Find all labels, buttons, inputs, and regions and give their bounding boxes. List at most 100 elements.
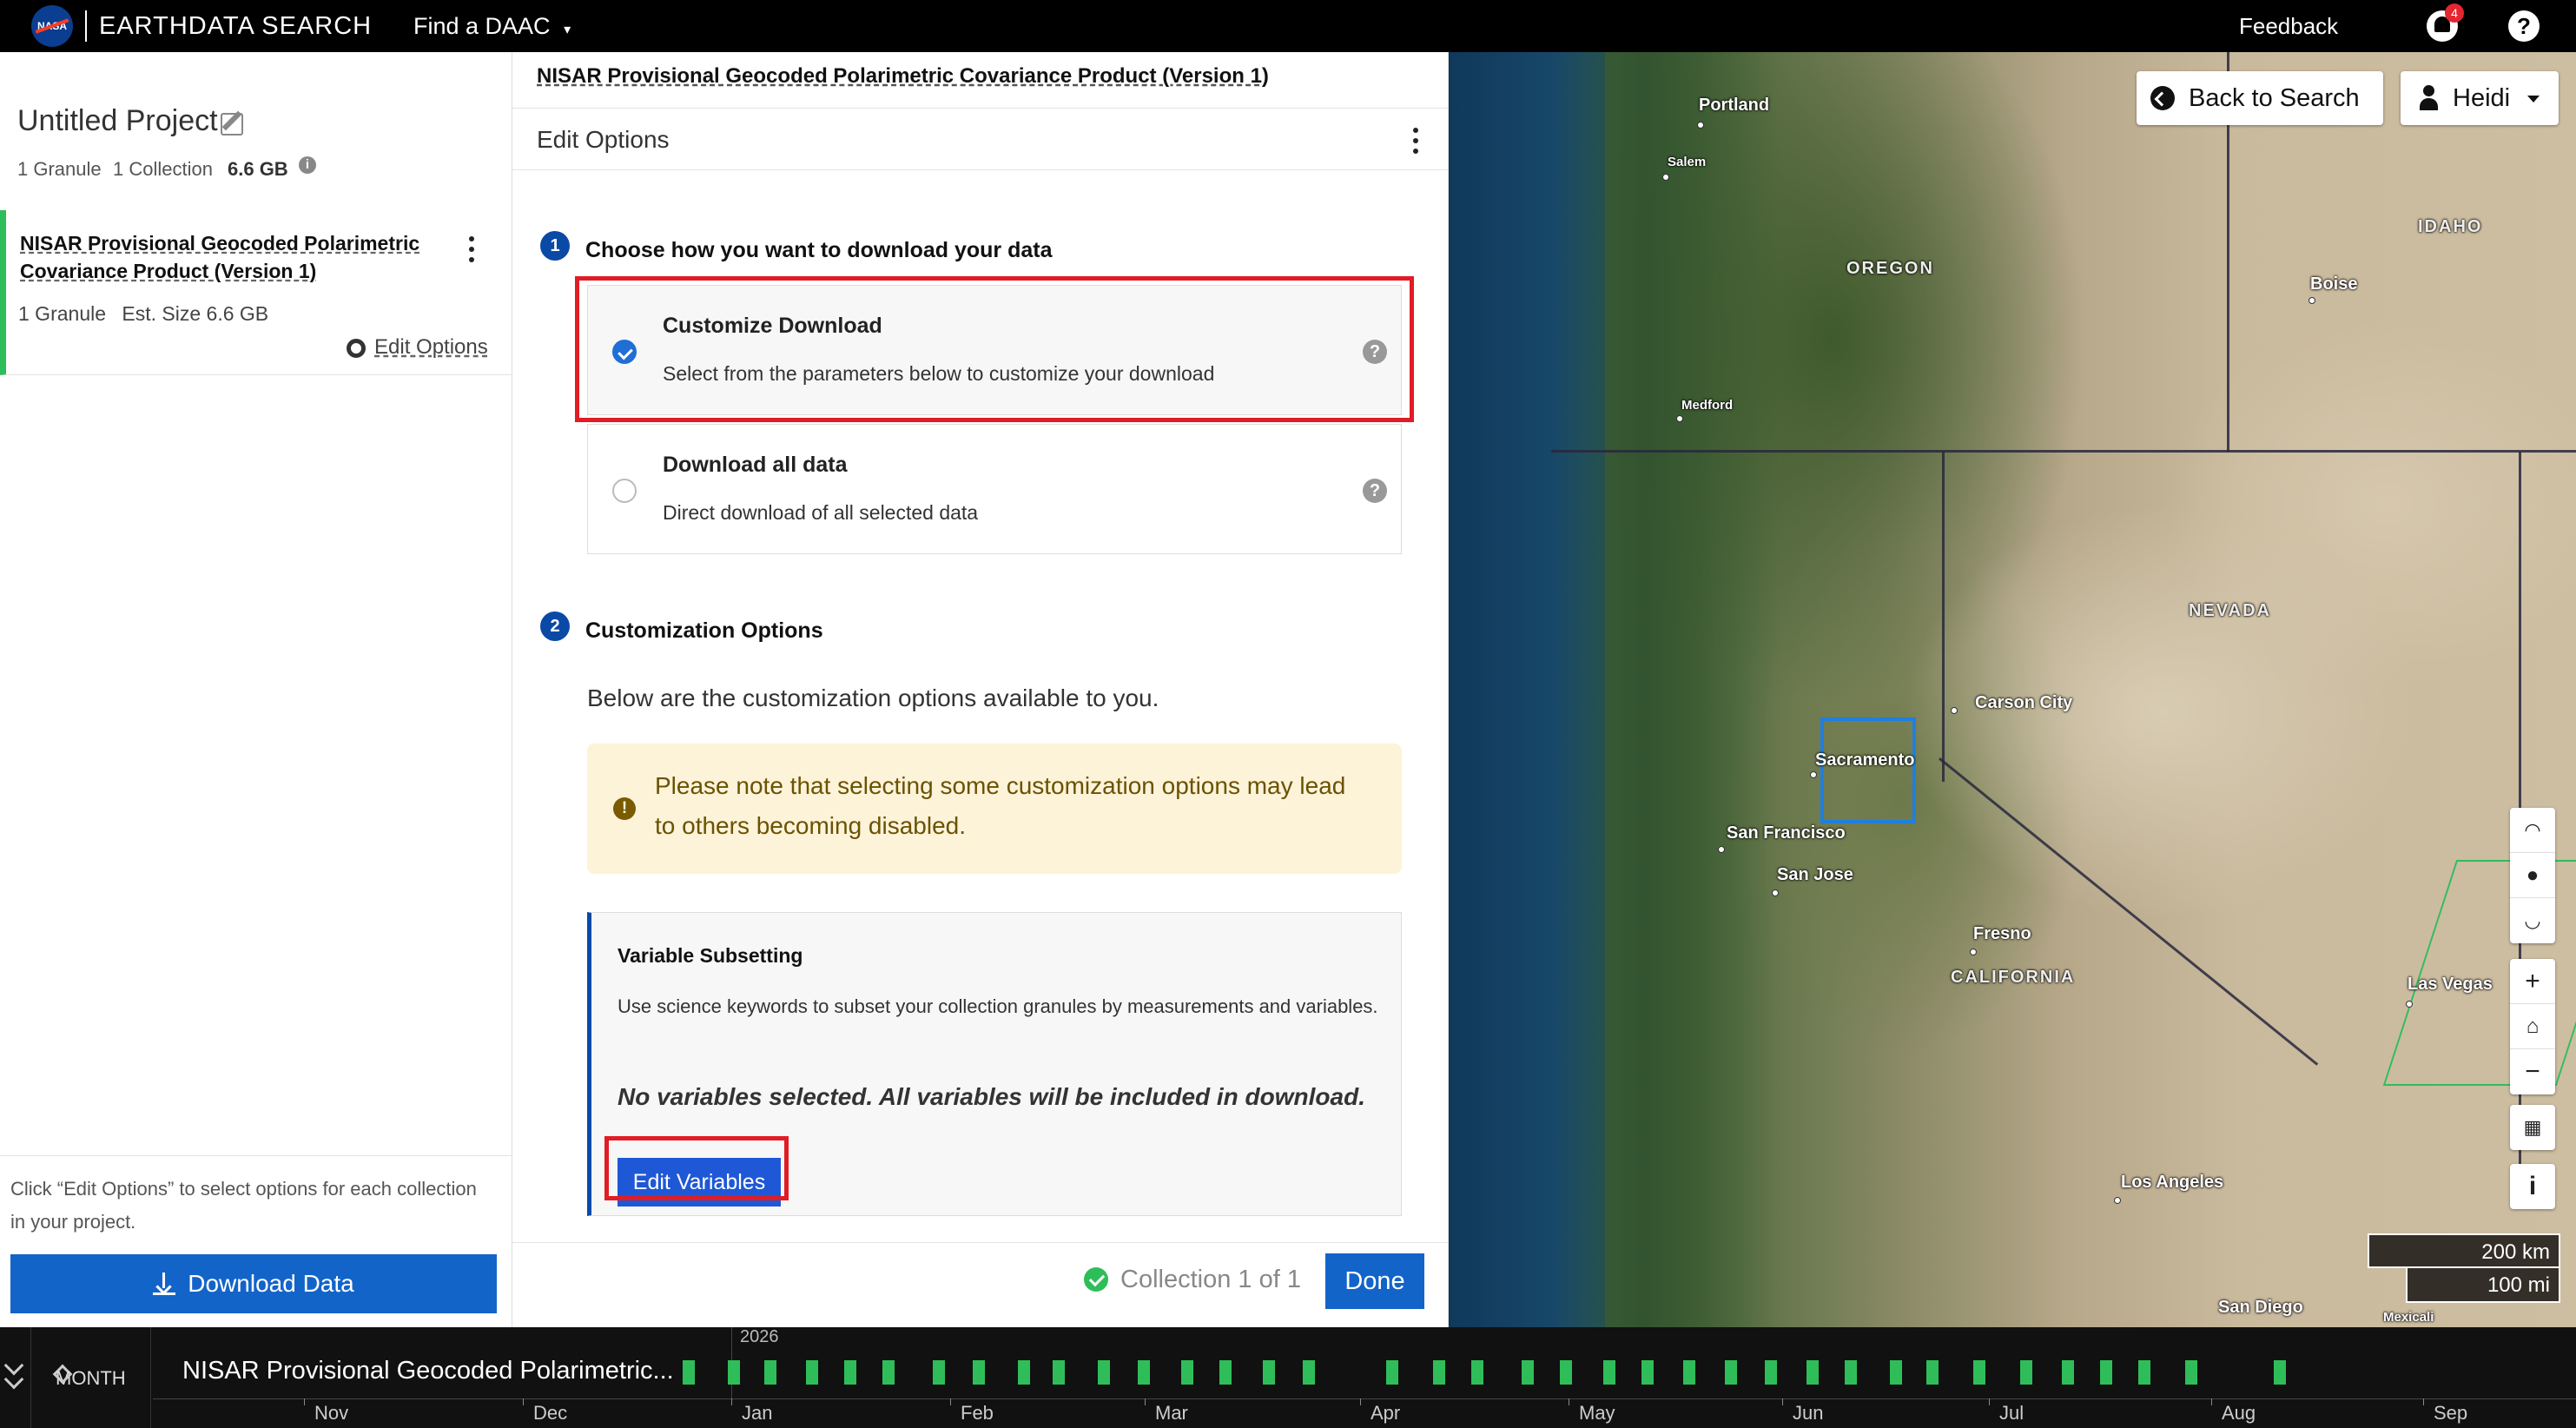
- panel-subheader: Edit Options: [512, 108, 1449, 170]
- timeline-month-label: Jul: [1999, 1402, 2024, 1424]
- help-icon[interactable]: ?: [2508, 10, 2540, 42]
- city-dot: [2308, 297, 2315, 304]
- granule-bar[interactable]: [764, 1360, 776, 1385]
- city-label: Sacramento: [1815, 750, 1915, 770]
- granule-bar[interactable]: [1433, 1360, 1445, 1385]
- spatial-selection-rectangle[interactable]: [1820, 717, 1916, 823]
- map-layers-icon[interactable]: ▦: [2510, 1105, 2555, 1150]
- city-dot: [1810, 771, 1817, 778]
- back-to-search-button[interactable]: Back to Search: [2137, 71, 2383, 125]
- project-title[interactable]: Untitled Project: [17, 104, 218, 138]
- timeline-month-label: May: [1579, 1402, 1615, 1424]
- timeline-collapse-button[interactable]: [0, 1327, 31, 1428]
- feedback-link[interactable]: Feedback: [2239, 0, 2338, 52]
- granule-bar[interactable]: [2100, 1360, 2112, 1385]
- nasa-logo[interactable]: NASA: [31, 5, 73, 47]
- granule-bar[interactable]: [1845, 1360, 1857, 1385]
- state-label: CALIFORNIA: [1951, 968, 2076, 987]
- find-daac-menu[interactable]: Find a DAAC ▾: [413, 0, 571, 52]
- granule-bar[interactable]: [683, 1360, 695, 1385]
- state-label: OREGON: [1846, 259, 1934, 278]
- download-data-button[interactable]: Download Data: [10, 1254, 497, 1313]
- info-icon[interactable]: i: [299, 156, 316, 174]
- granule-bar[interactable]: [1973, 1360, 1985, 1385]
- app-title[interactable]: EARTHDATA SEARCH: [99, 0, 372, 52]
- timeline: MONTH NISAR Provisional Geocoded Polarim…: [0, 1327, 2576, 1428]
- timeline-month-label: Feb: [961, 1402, 994, 1424]
- north-polar-icon[interactable]: ◠: [2510, 808, 2555, 853]
- south-polar-icon[interactable]: ◡: [2510, 898, 2555, 943]
- help-icon[interactable]: ?: [1363, 479, 1387, 503]
- more-options-icon[interactable]: [468, 235, 475, 264]
- granule-bar[interactable]: [2138, 1360, 2150, 1385]
- project-collection-item[interactable]: NISAR Provisional Geocoded Polarimetric …: [0, 210, 512, 375]
- edit-options-link[interactable]: Edit Options: [374, 335, 488, 360]
- warning-icon: !: [613, 797, 636, 820]
- granule-bar[interactable]: [1138, 1360, 1150, 1385]
- zoom-in-button[interactable]: +: [2510, 959, 2555, 1004]
- timeline-tick: [523, 1398, 524, 1405]
- granule-bar[interactable]: [806, 1360, 818, 1385]
- project-granule-count: 1 Granule: [17, 158, 102, 180]
- granule-bar[interactable]: [844, 1360, 856, 1385]
- granule-bar[interactable]: [933, 1360, 945, 1385]
- granule-bar[interactable]: [2274, 1360, 2286, 1385]
- city-label: Fresno: [1973, 924, 2031, 943]
- edit-title-icon[interactable]: [221, 113, 243, 136]
- warning-alert: ! Please note that selecting some custom…: [587, 744, 1402, 874]
- granule-bar[interactable]: [1725, 1360, 1737, 1385]
- granule-bar[interactable]: [728, 1360, 740, 1385]
- home-icon[interactable]: ⌂: [2510, 1004, 2555, 1049]
- granule-bar[interactable]: [882, 1360, 895, 1385]
- chevron-down-icon: [2527, 96, 2540, 102]
- info-control: i: [2510, 1164, 2555, 1209]
- granule-bar[interactable]: [973, 1360, 985, 1385]
- granule-bar[interactable]: [1926, 1360, 1939, 1385]
- granule-bar[interactable]: [2020, 1360, 2032, 1385]
- granule-bar[interactable]: [1765, 1360, 1777, 1385]
- city-dot: [1662, 174, 1669, 181]
- granule-bar[interactable]: [1641, 1360, 1654, 1385]
- granule-bar[interactable]: [1603, 1360, 1615, 1385]
- coastline: [1553, 52, 1779, 1327]
- granule-bar[interactable]: [2062, 1360, 2074, 1385]
- granule-bar[interactable]: [1560, 1360, 1572, 1385]
- granule-bar[interactable]: [1219, 1360, 1232, 1385]
- state-label: NEVADA: [2189, 601, 2271, 620]
- timeline-tick: [304, 1398, 305, 1405]
- collection-meta: 1 Granule Est. Size 6.6 GB: [18, 302, 268, 326]
- granule-bar[interactable]: [1018, 1360, 1030, 1385]
- timeline-interval[interactable]: MONTH: [31, 1327, 151, 1428]
- timeline-tick: [950, 1398, 951, 1405]
- city-label: Las Vegas: [2408, 975, 2493, 994]
- city-dot: [1970, 949, 1977, 955]
- panel-more-icon[interactable]: [1412, 126, 1419, 155]
- user-menu-button[interactable]: Heidi: [2401, 71, 2559, 125]
- user-icon: [2420, 85, 2438, 111]
- granule-bar[interactable]: [1098, 1360, 1110, 1385]
- granule-bar[interactable]: [1386, 1360, 1398, 1385]
- granule-bar[interactable]: [1807, 1360, 1819, 1385]
- download-all-radio[interactable]: [612, 479, 637, 503]
- map[interactable]: OREGON IDAHO NEVADA CALIFORNIA Portland …: [1449, 52, 2576, 1327]
- map-info-button[interactable]: i: [2510, 1164, 2555, 1209]
- granule-bar[interactable]: [1522, 1360, 1534, 1385]
- granule-bar[interactable]: [1890, 1360, 1902, 1385]
- gear-icon[interactable]: [347, 339, 366, 358]
- granule-bar[interactable]: [1181, 1360, 1193, 1385]
- granule-bar[interactable]: [1683, 1360, 1695, 1385]
- zoom-out-button[interactable]: −: [2510, 1049, 2555, 1094]
- city-label: Boise: [2310, 274, 2358, 294]
- done-button[interactable]: Done: [1325, 1253, 1424, 1309]
- arrow-left-icon: [2150, 86, 2175, 110]
- granule-bar[interactable]: [1471, 1360, 1483, 1385]
- granule-bar[interactable]: [1303, 1360, 1315, 1385]
- globe-icon[interactable]: ●: [2510, 853, 2555, 898]
- granule-bar[interactable]: [2185, 1360, 2197, 1385]
- collection-name[interactable]: NISAR Provisional Geocoded Polarimetric …: [20, 229, 437, 285]
- granule-bar[interactable]: [1263, 1360, 1275, 1385]
- granule-bar[interactable]: [1053, 1360, 1065, 1385]
- option-download-all[interactable]: Download all data Direct download of all…: [587, 424, 1402, 554]
- download-data-label: Download Data: [188, 1270, 354, 1297]
- panel-collection-title[interactable]: NISAR Provisional Geocoded Polarimetric …: [537, 64, 1269, 89]
